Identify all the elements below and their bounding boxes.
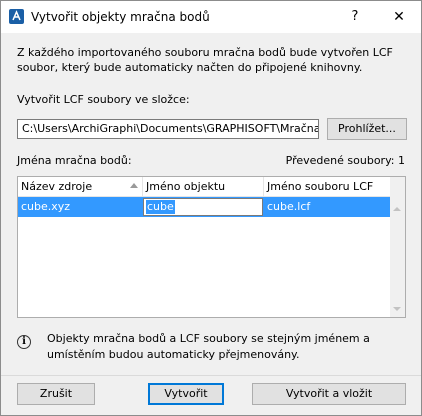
scroll-down-icon[interactable] [393, 307, 401, 311]
archicad-icon [9, 9, 24, 24]
converted-files-count: Převedené soubory: 1 [285, 154, 405, 167]
cancel-button[interactable]: Zrušit [17, 383, 95, 405]
scroll-up-icon[interactable] [393, 207, 401, 211]
vertical-scrollbar[interactable] [390, 177, 405, 317]
folder-path-input[interactable]: C:\Users\ArchiGraphi\Documents\GRAPHISOF… [17, 119, 319, 139]
sort-ascending-icon [130, 183, 138, 188]
info-text: Objekty mračna bodů a LCF soubory se ste… [47, 332, 370, 361]
help-button[interactable]: ? [337, 1, 373, 33]
close-button[interactable]: ✕ [377, 1, 421, 33]
column-header-object[interactable]: Jméno objektu [143, 177, 264, 196]
title-bar: Vytvořit objekty mračna bodů ? ✕ [1, 1, 421, 33]
create-and-place-button[interactable]: Vytvořit a vložit [252, 383, 406, 405]
object-name-value: cube [146, 200, 175, 214]
browse-button[interactable]: Prohlížet... [327, 118, 407, 140]
column-header-lcf[interactable]: Jméno souboru LCF [264, 177, 390, 196]
cell-lcf: cube.lcf [267, 200, 311, 213]
create-button[interactable]: Vytvořit [148, 383, 224, 405]
column-header-label: Název zdroje [21, 180, 93, 193]
window-title: Vytvořit objekty mračna bodů [31, 10, 210, 24]
point-cloud-table: Název zdroje Jméno objektu Jméno souboru… [17, 176, 406, 318]
cell-source: cube.xyz [21, 200, 71, 213]
column-header-source[interactable]: Název zdroje [18, 177, 143, 196]
table-header: Název zdroje Jméno objektu Jméno souboru… [18, 177, 390, 197]
info-message: i Objekty mračna bodů a LCF soubory se s… [17, 329, 407, 369]
object-name-field[interactable]: cube [143, 198, 263, 216]
footer-divider [1, 375, 421, 376]
dialog-window: Vytvořit objekty mračna bodů ? ✕ Z každé… [0, 0, 422, 416]
table-row[interactable]: cube.xyz cube cube.lcf [18, 197, 390, 217]
description-text: Z každého importovaného souboru mračna b… [17, 46, 393, 74]
point-cloud-names-label: Jména mračna bodů: [17, 154, 132, 167]
info-icon: i [17, 335, 31, 349]
folder-label: Vytvořit LCF soubory ve složce: [17, 93, 190, 106]
